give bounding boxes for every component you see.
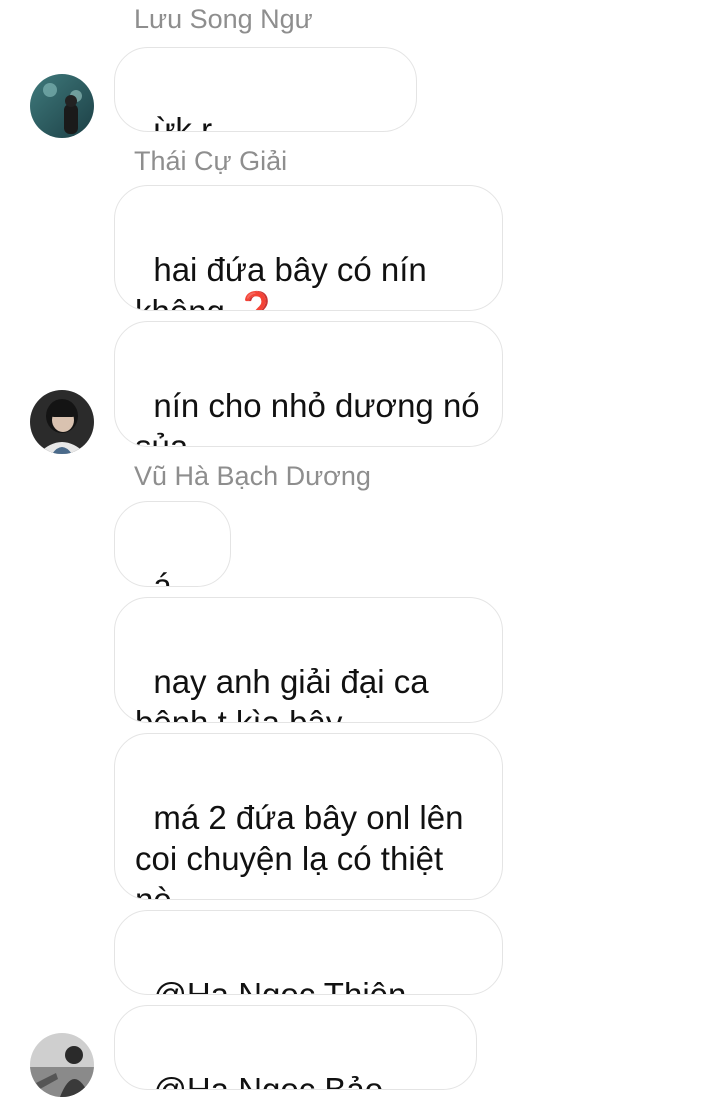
message-text: @Hạ Ngọc Thiên Bình	[153, 976, 407, 995]
sender-name: Vũ Hà Bạch Dương	[134, 461, 371, 491]
message-bubble[interactable]: @Hạ Ngọc Thiên Bình	[114, 910, 503, 995]
user-avatar-icon[interactable]	[30, 74, 94, 138]
sender-name: Lưu Song Ngư	[134, 4, 313, 34]
question-mark-emoji: ❓	[234, 290, 279, 311]
message-text: @Hạ Ngọc Bảo Bình	[153, 1071, 384, 1090]
user-avatar-icon[interactable]	[30, 390, 94, 454]
message-bubble[interactable]: má 2 đứa bây onl lên coi chuyện lạ có th…	[114, 733, 503, 900]
message-text: ừk r s	[153, 111, 213, 132]
message-bubble[interactable]: á đù	[114, 501, 231, 587]
message-bubble[interactable]: ừk r s❓❓❓❓	[114, 47, 417, 132]
message-bubble[interactable]: nay anh giải đại ca bênh t kìa bây	[114, 597, 503, 723]
message-text: nay anh giải đại ca bênh t kìa bây	[135, 663, 429, 723]
user-avatar-icon[interactable]	[30, 1033, 94, 1097]
message-bubble[interactable]: @Hạ Ngọc Bảo Bình	[114, 1005, 477, 1090]
message-text: nín cho nhỏ dương nó sủa	[135, 387, 480, 447]
sender-name: Thái Cự Giải	[134, 146, 288, 176]
message-bubble[interactable]: hai đứa bây có nín không ❓	[114, 185, 503, 311]
message-text: hai đứa bây có nín không	[135, 251, 427, 310]
message-bubble[interactable]: nín cho nhỏ dương nó sủa	[114, 321, 503, 447]
message-text: má 2 đứa bây onl lên coi chuyện lạ có th…	[135, 799, 464, 900]
message-text: á đù	[153, 567, 172, 587]
